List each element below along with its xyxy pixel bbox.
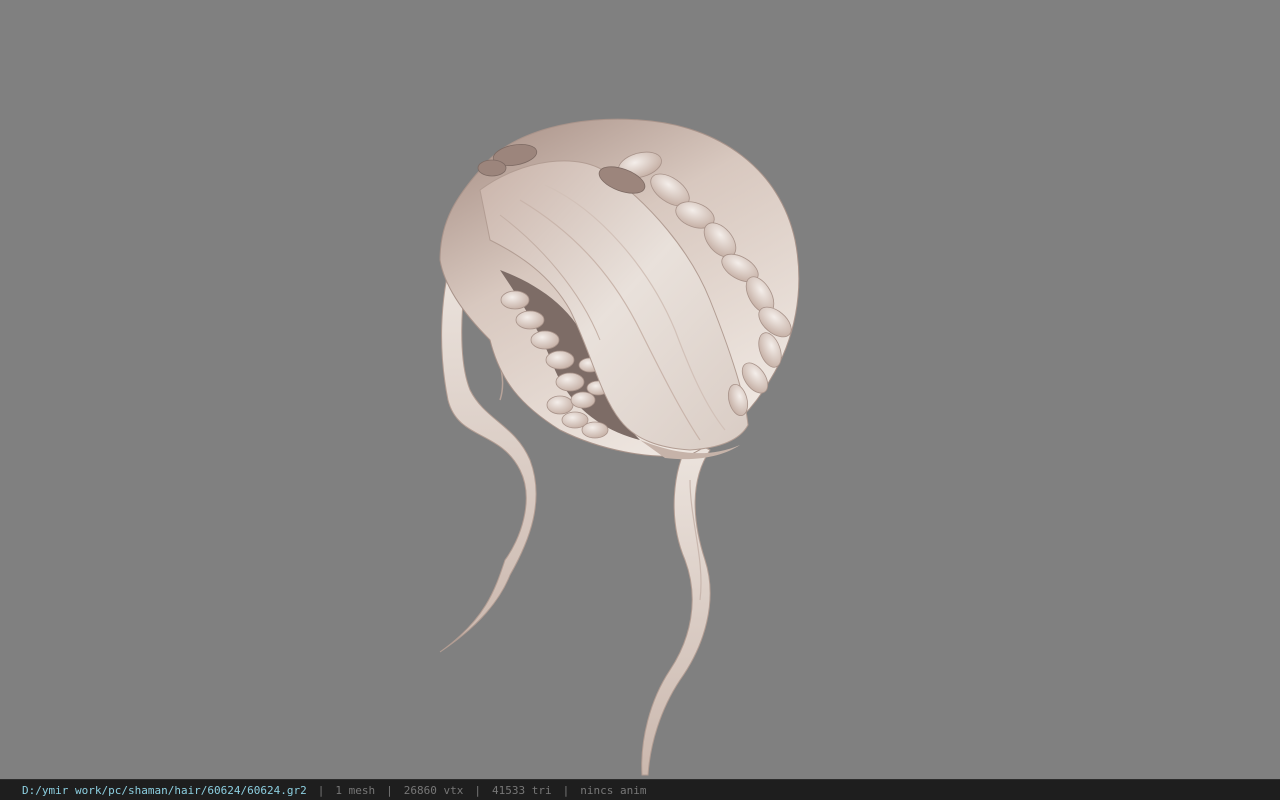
animation-status-text: nincs anim — [580, 783, 647, 797]
status-separator: | — [386, 783, 393, 797]
status-separator: | — [474, 783, 482, 797]
3d-viewport[interactable] — [0, 0, 1280, 779]
right-hair-strand — [641, 439, 711, 776]
status-separator: | — [562, 783, 570, 797]
model-viewer-window: D:/ymir work/pc/shaman/hair/60624/60624.… — [0, 0, 1280, 800]
vertex-count-text: 26860 vtx — [403, 783, 464, 797]
status-separator: | — [317, 783, 325, 797]
triangle-count-text: 41533 tri — [492, 783, 552, 797]
hair-model[interactable] — [0, 0, 1280, 779]
mesh-count-text: 1 mesh — [335, 783, 376, 797]
status-bar: D:/ymir work/pc/shaman/hair/60624/60624.… — [0, 779, 1280, 800]
file-path-text: D:/ymir work/pc/shaman/hair/60624/60624.… — [22, 783, 307, 797]
